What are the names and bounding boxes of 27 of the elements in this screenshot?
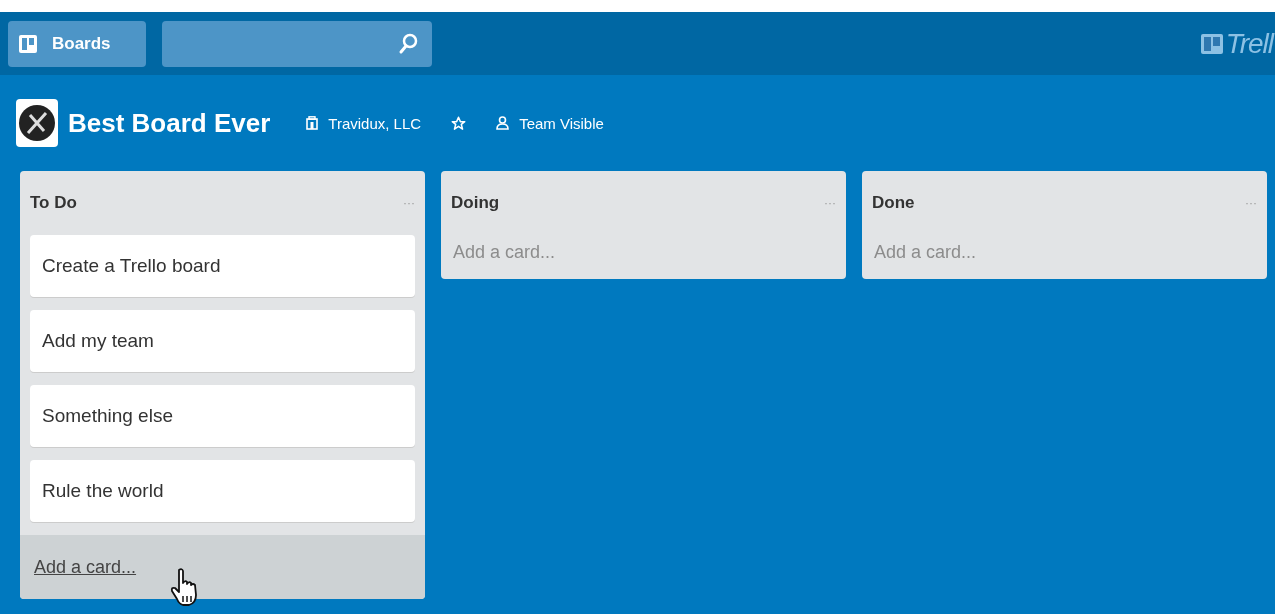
team-button[interactable]: Travidux, LLC bbox=[296, 110, 432, 136]
add-card-link[interactable]: Add a card... bbox=[872, 225, 1257, 279]
building-icon bbox=[306, 116, 319, 130]
visibility-button[interactable]: Team Visible bbox=[486, 110, 614, 136]
boards-button[interactable]: Boards bbox=[8, 20, 146, 67]
list-title[interactable]: Done bbox=[872, 193, 915, 213]
search-field[interactable] bbox=[162, 20, 432, 67]
list-menu-button[interactable]: ··· bbox=[403, 196, 415, 210]
add-card-link[interactable]: Add a card... bbox=[20, 535, 425, 599]
list-title[interactable]: Doing bbox=[451, 193, 500, 213]
add-card-link[interactable]: Add a card... bbox=[451, 225, 836, 279]
card[interactable]: Create a Trello board bbox=[30, 235, 415, 297]
logo-icon bbox=[1199, 31, 1224, 56]
people-icon bbox=[496, 116, 510, 130]
star-icon bbox=[451, 115, 467, 131]
hand-cursor-icon bbox=[170, 567, 200, 607]
list-title[interactable]: To Do bbox=[30, 193, 77, 213]
team-avatar bbox=[16, 99, 58, 147]
search-icon bbox=[398, 32, 418, 55]
card[interactable]: Something else bbox=[30, 385, 415, 447]
board-title[interactable]: Best Board Ever bbox=[68, 107, 271, 139]
board-icon bbox=[18, 33, 38, 54]
card[interactable]: Add my team bbox=[30, 310, 415, 372]
logo-text: Trell bbox=[1225, 27, 1273, 60]
card[interactable]: Rule the world bbox=[30, 460, 415, 522]
list-menu-button[interactable]: ··· bbox=[1245, 196, 1257, 210]
list-menu-button[interactable]: ··· bbox=[824, 196, 836, 210]
